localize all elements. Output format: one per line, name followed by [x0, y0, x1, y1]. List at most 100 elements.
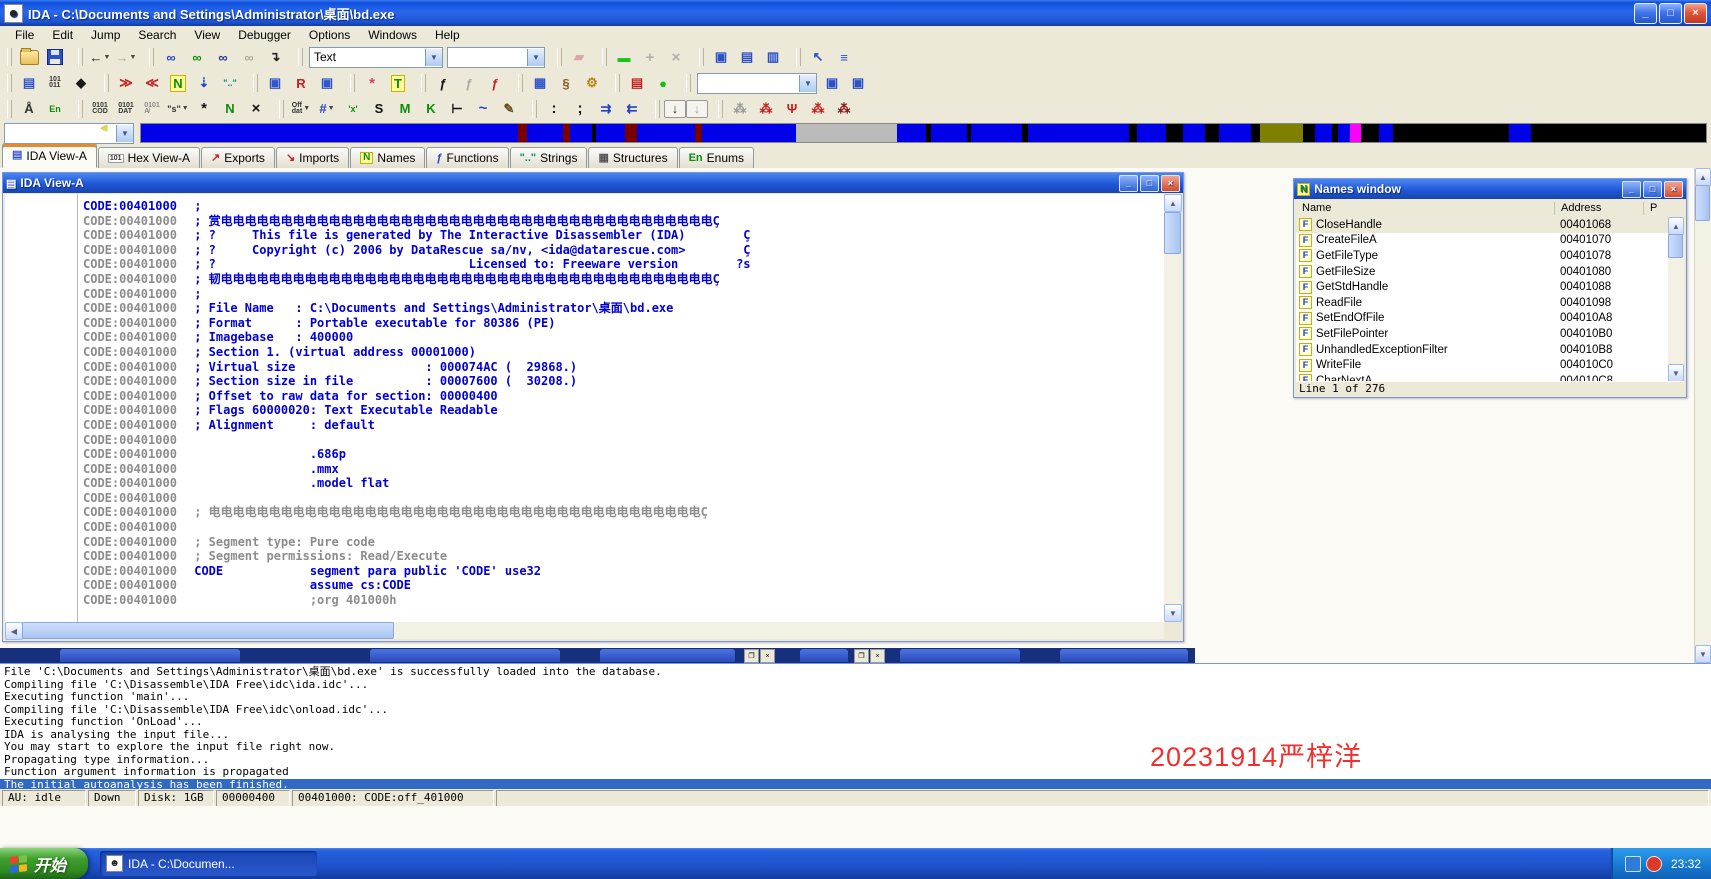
disassembly-line[interactable]: CODE:00401000 ; Flags 60000020: Text Exe… [5, 403, 1164, 418]
callees-chart-button[interactable]: ⁂ [753, 98, 779, 120]
tile-horizontal-button[interactable]: ▤ [734, 46, 760, 68]
disassembly-line[interactable]: CODE:00401000 ; Offset to raw data for s… [5, 389, 1164, 404]
menu-file[interactable]: File [6, 27, 43, 43]
expand-item-button[interactable]: + [637, 46, 663, 68]
disasm-hscrollbar[interactable]: ◀ [5, 622, 1164, 640]
analysis-indicator-button[interactable]: ● [650, 72, 676, 94]
output-line[interactable]: Executing function 'OnLoad'... [0, 715, 1711, 729]
text-view-button[interactable]: ▤ [16, 72, 42, 94]
names-list[interactable]: F CloseHandle 00401068 F CreateFileA 00401070… [1296, 217, 1668, 382]
minimized-window-fragment[interactable] [1060, 649, 1188, 662]
add-segment-button[interactable]: ≫ [113, 72, 139, 94]
output-line[interactable]: Compiling file 'C:\Disassemble\IDA Free\… [0, 678, 1711, 692]
output-window[interactable]: File 'C:\Documents and Settings\Administ… [0, 663, 1711, 792]
disassembly-line[interactable]: CODE:00401000 assume cs:CODE [5, 578, 1164, 593]
function-tails-button[interactable]: ƒ [482, 72, 508, 94]
rename-button[interactable]: N [217, 98, 243, 120]
disassembly-line[interactable]: CODE:00401000 ; Alignment : default [5, 418, 1164, 433]
disassembly-line[interactable]: CODE:00401000 [5, 491, 1164, 506]
tile-vertical-button[interactable]: ▥ [760, 46, 786, 68]
taskbar-ida-button[interactable]: ☻ IDA - C:\Documen... [100, 851, 318, 876]
disassembly-line[interactable]: CODE:00401000 ; Section 1. (virtual addr… [5, 345, 1164, 360]
scroll-up-icon[interactable]: ▲ [1164, 194, 1182, 212]
minimized-window-fragment[interactable] [800, 649, 848, 662]
disassembly-line[interactable]: CODE:00401000 .686p [5, 447, 1164, 462]
names-vscroll-thumb[interactable] [1668, 234, 1683, 258]
names-row[interactable]: F CloseHandle 00401068 [1296, 217, 1668, 233]
stack-var-button[interactable]: K [418, 98, 444, 120]
prev-comment-button[interactable]: ⇉ [593, 98, 619, 120]
color-palette-button[interactable]: * [359, 72, 385, 94]
menu-edit[interactable]: Edit [43, 27, 82, 43]
segment-format-button[interactable]: S [366, 98, 392, 120]
edit-function-button[interactable]: ƒ [456, 72, 482, 94]
make-code-button[interactable]: 0101 COD [87, 98, 113, 120]
disassembly-line[interactable]: CODE:00401000 ; 赏电电电电电电电电电电电电电电电电电电电电电电电… [5, 214, 1164, 229]
hscroll-thumb[interactable] [22, 622, 394, 639]
names-row[interactable]: F SetEndOfFile 004010A8 [1296, 311, 1668, 327]
flow-chart-button[interactable]: ⁂ [805, 98, 831, 120]
number-format-button[interactable]: # ▼ [314, 98, 340, 120]
search-again-button[interactable]: ∞ [236, 46, 262, 68]
minimized-window-fragment[interactable] [900, 649, 1020, 662]
tray-security-icon[interactable] [1645, 855, 1662, 872]
workspace-vscroll-thumb[interactable] [1695, 185, 1710, 221]
minimized-window-button[interactable]: × [870, 649, 885, 663]
calculator-button[interactable]: ▦ [527, 72, 553, 94]
close-button[interactable]: × [1684, 2, 1707, 24]
disassembly-line[interactable]: CODE:00401000 ; Section size in file : 0… [5, 374, 1164, 389]
dropdown-arrow-icon[interactable]: ▼ [328, 105, 335, 112]
names-row[interactable]: F GetStdHandle 00401088 [1296, 279, 1668, 295]
chevron-down-icon[interactable]: ▼ [799, 74, 816, 92]
tab-names[interactable]: N Names [350, 147, 426, 168]
disassembly-line[interactable]: CODE:00401000 ; 韧电电电电电电电电电电电电电电电电电电电电电电电… [5, 272, 1164, 287]
names-window-button[interactable]: N [165, 72, 191, 94]
disassembly-view[interactable]: CODE:00401000 ; CODE:00401000 ; 赏电电电电电电电电… [5, 194, 1164, 622]
minimized-window-fragment[interactable] [60, 649, 240, 662]
create-array-button[interactable]: * [191, 98, 217, 120]
names-row[interactable]: F GetFileSize 00401080 [1296, 264, 1668, 280]
column-header-p[interactable]: P [1644, 202, 1672, 215]
names-row[interactable]: F SetFilePointer 004010B0 [1296, 326, 1668, 342]
names-restore-button[interactable]: □ [1643, 180, 1662, 198]
menu-options[interactable]: Options [300, 27, 359, 43]
disassembly-line[interactable]: CODE:00401000 ; [5, 287, 1164, 302]
output-line[interactable]: You may start to explore the input file … [0, 740, 1711, 754]
disassembly-line[interactable]: CODE:00401000 CODE segment para public '… [5, 564, 1164, 579]
minimized-window-button[interactable]: × [760, 649, 775, 663]
child-restore-button[interactable]: □ [1140, 174, 1159, 192]
disassembly-line[interactable]: CODE:00401000 ; Format : Portable execut… [5, 316, 1164, 331]
disassembly-line[interactable]: CODE:00401000 ; Segment permissions: Rea… [5, 549, 1164, 564]
disassembly-line[interactable]: CODE:00401000 ; Segment type: Pure code [5, 535, 1164, 550]
signature-file-button[interactable]: ⇣ [191, 72, 217, 94]
names-column-header[interactable]: Name Address P [1296, 200, 1684, 218]
disassembly-line[interactable]: CODE:00401000 ; File Name : C:\Documents… [5, 301, 1164, 316]
delete-item-button[interactable]: × [663, 46, 689, 68]
callers-chart-button[interactable]: ⁂ [727, 98, 753, 120]
workspace-scroll-down-icon[interactable]: ▼ [1695, 645, 1711, 663]
save-database-button[interactable] [42, 46, 68, 68]
names-vscrollbar[interactable]: ▲ ▼ [1668, 217, 1684, 382]
scroll-down-icon[interactable]: ▼ [1164, 604, 1182, 622]
names-row[interactable]: F CreateFileA 00401070 [1296, 233, 1668, 249]
disassembly-line[interactable]: CODE:00401000 [5, 520, 1164, 535]
tab-strings[interactable]: ".." Strings [509, 147, 588, 168]
navigate-back-button[interactable]: ← ▼ [87, 46, 113, 68]
disassembly-line[interactable]: CODE:00401000 ; [5, 199, 1164, 214]
menu-debugger[interactable]: Debugger [229, 27, 300, 43]
menu-windows[interactable]: Windows [359, 27, 426, 43]
manual-operand-button[interactable]: M [392, 98, 418, 120]
colon-comment-button[interactable]: : [541, 98, 567, 120]
search-history-combo[interactable]: ▼ [447, 46, 545, 68]
disassembly-line[interactable]: CODE:00401000 ; ? This file is generated… [5, 228, 1164, 243]
disassembly-line[interactable]: CODE:00401000 [5, 433, 1164, 448]
navigate-forward-button[interactable]: → ▼ [113, 46, 139, 68]
search-value-button[interactable]: ∞ [210, 46, 236, 68]
window-list-button[interactable]: ≡ [831, 46, 857, 68]
disassembly-line[interactable]: CODE:00401000 ;org 401000h [5, 593, 1164, 608]
minimized-window-fragment[interactable] [600, 649, 735, 662]
search-type-combo[interactable]: Text ▼ [309, 46, 443, 68]
analysis-log-button[interactable]: ▤ [624, 72, 650, 94]
string-list-button[interactable]: ".." [217, 72, 243, 94]
window-down-button[interactable]: ▣ [819, 72, 845, 94]
